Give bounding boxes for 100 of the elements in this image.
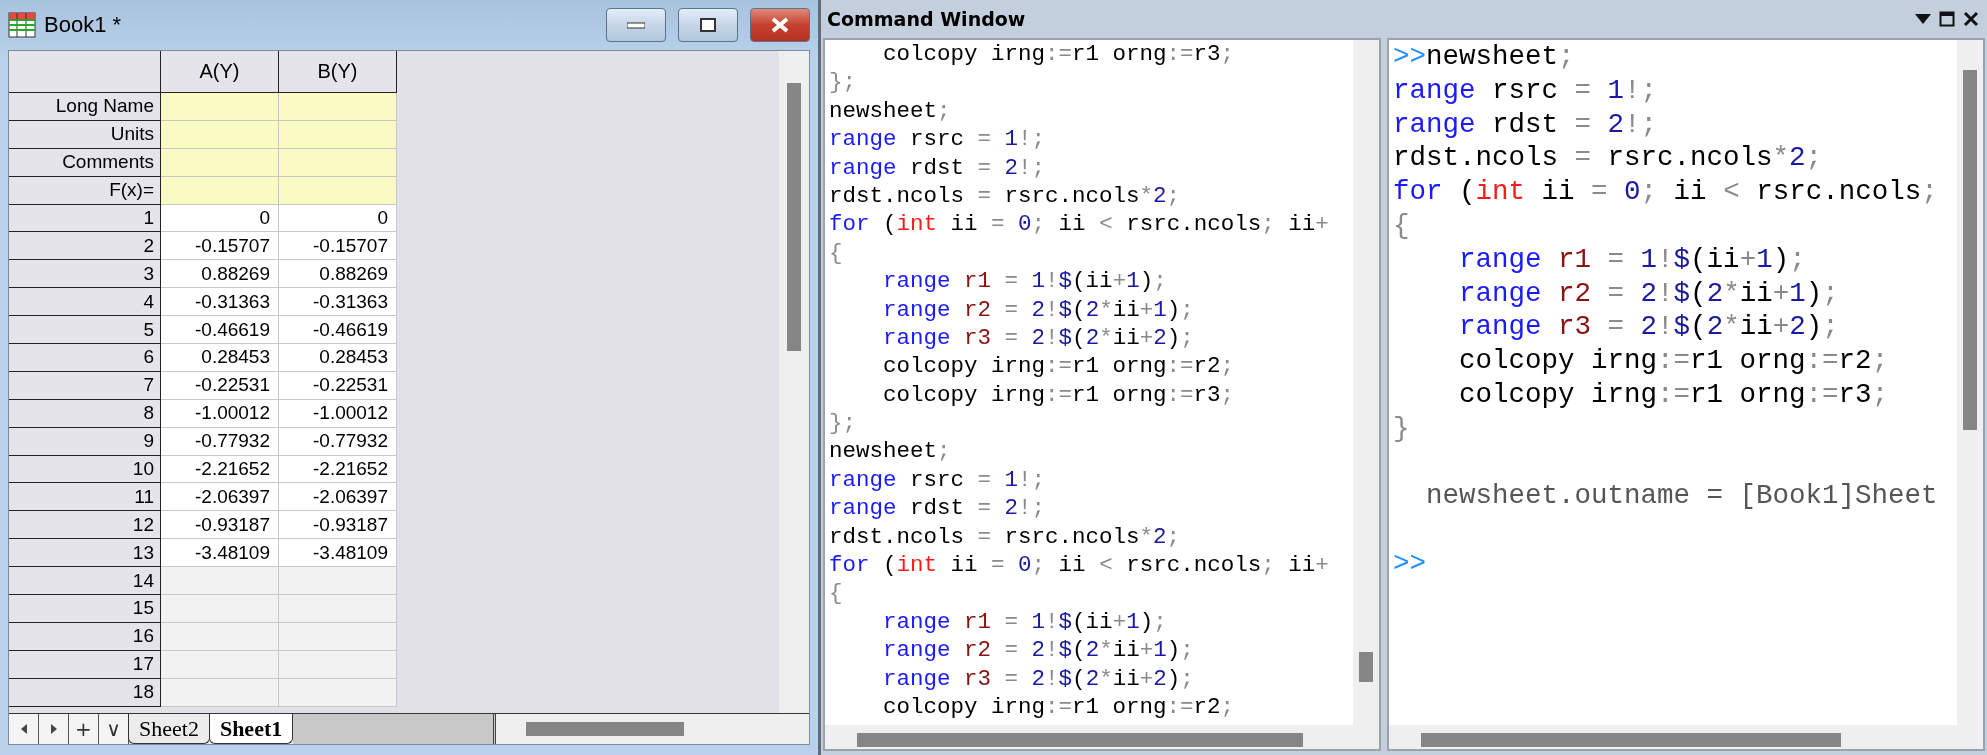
code-line: { xyxy=(1393,209,1410,243)
table-cell[interactable] xyxy=(279,622,397,651)
code-line: for (int ii = 0; ii < rsrc.ncols; xyxy=(1393,175,1938,209)
table-cell[interactable] xyxy=(161,678,279,707)
scrollbar-thumb[interactable] xyxy=(1963,70,1977,430)
table-cell[interactable]: 0 xyxy=(161,204,279,233)
code-line: { xyxy=(829,238,843,268)
table-cell[interactable] xyxy=(279,120,397,149)
table-cell[interactable] xyxy=(161,622,279,651)
code-line: range r2 = 2!$(2*ii+1); xyxy=(1458,276,1839,311)
sheet-nav-button[interactable]: + xyxy=(69,714,99,744)
table-cell[interactable]: -2.06397 xyxy=(161,483,279,512)
table-cell[interactable]: -1.00012 xyxy=(161,399,279,428)
row-label: 16 xyxy=(9,622,161,651)
table-cell[interactable]: -0.77932 xyxy=(161,427,279,456)
table-cell[interactable] xyxy=(279,176,397,205)
close-button[interactable] xyxy=(750,8,810,42)
code-line: range rdst = 2!; xyxy=(829,494,1046,523)
code-line: colcopy irng:=r1 orng:=r3; xyxy=(882,40,1235,69)
minimize-button[interactable] xyxy=(606,8,666,42)
row-label: 9 xyxy=(9,427,161,456)
table-cell[interactable]: -0.31363 xyxy=(279,288,397,317)
row-label: 4 xyxy=(9,288,161,317)
table-cell[interactable]: -0.22531 xyxy=(279,371,397,400)
code-line: range rsrc = 1!; xyxy=(829,125,1046,154)
window-title: Book1 * xyxy=(44,12,123,38)
row-label: Long Name xyxy=(9,93,161,121)
table-cell[interactable] xyxy=(279,567,397,596)
table-cell[interactable]: 0.88269 xyxy=(161,260,279,289)
row-label: 10 xyxy=(9,455,161,484)
sheet-tab[interactable]: Sheet1 xyxy=(208,714,294,744)
code-line: }; xyxy=(829,409,856,438)
row-label: 18 xyxy=(9,678,161,707)
table-cell[interactable]: -2.21652 xyxy=(279,455,397,484)
column-header[interactable]: B(Y) xyxy=(279,51,397,93)
close-icon xyxy=(771,17,789,33)
vertical-scrollbar[interactable] xyxy=(779,51,809,713)
table-cell[interactable] xyxy=(279,595,397,623)
table-cell[interactable]: -2.21652 xyxy=(161,455,279,484)
code-line: for (int ii = 0; ii < rsrc.ncols; ii+ xyxy=(829,551,1329,580)
table-cell[interactable] xyxy=(161,148,279,177)
code-line: colcopy irng:=r1 orng:=r2; xyxy=(882,352,1235,381)
table-cell[interactable] xyxy=(279,650,397,679)
code-line: range r3 = 2!$(2*ii+2); xyxy=(882,664,1194,693)
table-cell[interactable]: -0.15707 xyxy=(161,232,279,261)
code-line: range r1 = 1!$(ii+1); xyxy=(882,607,1167,637)
row-label: 14 xyxy=(9,567,161,596)
row-label: 17 xyxy=(9,650,161,679)
row-label: 3 xyxy=(9,260,161,289)
table-cell[interactable] xyxy=(161,176,279,205)
scrollbar-thumb[interactable] xyxy=(787,83,801,351)
table-cell[interactable]: -0.46619 xyxy=(279,316,397,344)
row-label: 8 xyxy=(9,399,161,428)
table-cell[interactable]: -0.93187 xyxy=(161,511,279,540)
code-line: colcopy irng:=r1 orng:=r3; xyxy=(1458,377,1889,412)
close-icon[interactable] xyxy=(1963,11,1979,27)
table-cell[interactable] xyxy=(161,595,279,623)
table-cell[interactable]: -0.93187 xyxy=(279,511,397,540)
table-cell[interactable]: -2.06397 xyxy=(279,483,397,512)
scroll-left-button[interactable] xyxy=(9,714,39,744)
sheet-nav-button[interactable]: ∨ xyxy=(99,714,129,744)
table-cell[interactable]: -0.77932 xyxy=(279,427,397,456)
table-cell[interactable] xyxy=(161,567,279,596)
table-cell[interactable] xyxy=(161,93,279,121)
maximize-icon[interactable] xyxy=(1939,11,1955,27)
code-line: range r1 = 1!$(ii+1); xyxy=(882,267,1167,296)
scrollbar-thumb[interactable] xyxy=(1421,733,1841,747)
table-cell[interactable] xyxy=(279,93,397,121)
table-cell[interactable] xyxy=(161,120,279,149)
table-cell[interactable] xyxy=(279,678,397,707)
table-cell[interactable]: -0.22531 xyxy=(161,371,279,400)
scrollbar-thumb[interactable] xyxy=(857,733,1303,747)
dropdown-arrow-icon[interactable] xyxy=(1915,14,1931,24)
code-line: { xyxy=(829,579,843,608)
table-cell[interactable]: -0.15707 xyxy=(279,232,397,261)
table-cell[interactable]: 0.88269 xyxy=(279,260,397,289)
table-cell[interactable]: 0.28453 xyxy=(161,344,279,372)
scroll-right-button[interactable] xyxy=(39,714,69,744)
table-cell[interactable]: -3.48109 xyxy=(279,539,397,568)
table-cell[interactable]: -0.31363 xyxy=(161,288,279,317)
table-cell[interactable] xyxy=(279,148,397,177)
row-label: 6 xyxy=(9,344,161,372)
table-cell[interactable]: 0.28453 xyxy=(279,344,397,372)
table-cell[interactable]: -0.46619 xyxy=(161,316,279,344)
code-line: colcopy irng:=r1 orng:=r3; xyxy=(882,380,1235,410)
column-header[interactable]: A(Y) xyxy=(161,51,279,93)
table-cell[interactable]: -1.00012 xyxy=(279,399,397,428)
code-line: for (int ii = 0; ii < rsrc.ncols; ii+ xyxy=(829,210,1329,239)
panel-title: Command Window xyxy=(827,8,1027,30)
table-cell[interactable] xyxy=(161,650,279,679)
maximize-button[interactable] xyxy=(678,8,738,42)
table-cell[interactable]: -3.48109 xyxy=(161,539,279,568)
sheet-tab[interactable]: Sheet2 xyxy=(128,714,210,744)
row-label: 13 xyxy=(9,539,161,568)
scrollbar-thumb[interactable] xyxy=(526,722,685,736)
code-line: >>newsheet; xyxy=(1393,40,1575,74)
code-line: }; xyxy=(829,68,856,97)
worksheet-icon xyxy=(8,12,36,38)
scrollbar-thumb[interactable] xyxy=(1359,652,1373,682)
table-cell[interactable]: 0 xyxy=(279,204,397,233)
